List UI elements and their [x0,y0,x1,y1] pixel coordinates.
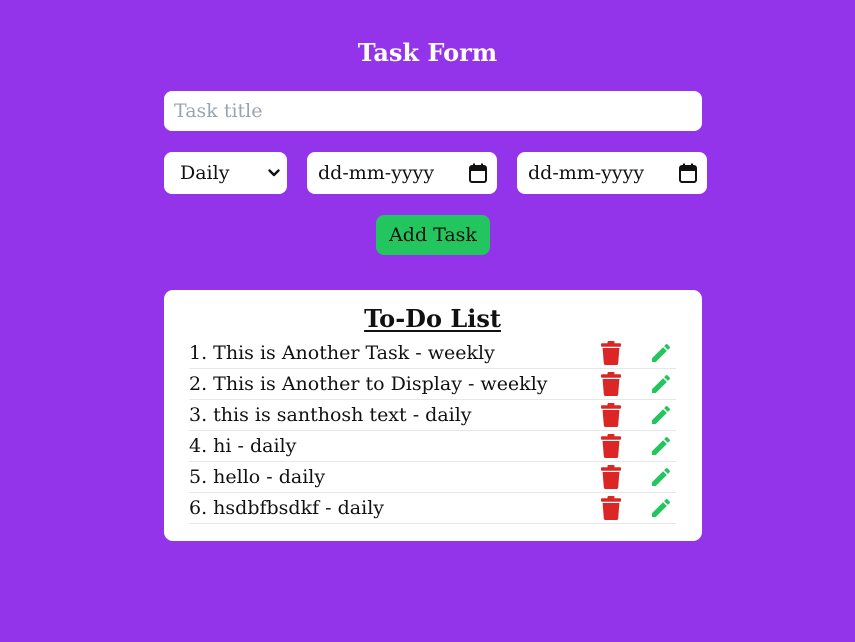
calendar-icon[interactable] [679,163,697,183]
frequency-select[interactable]: Daily [164,152,287,194]
frequency-value: Daily [180,162,230,184]
delete-button[interactable] [598,402,624,428]
edit-button[interactable] [648,433,674,459]
pencil-icon [649,372,673,396]
list-item: 2. This is Another to Display - weekly [189,369,676,400]
pencil-icon [649,341,673,365]
pencil-icon [649,496,673,520]
trash-icon [601,434,621,458]
calendar-icon[interactable] [469,163,487,183]
trash-icon [601,341,621,365]
item-number: 4. [189,435,214,457]
item-number: 3. [189,404,214,426]
todo-list: 1. This is Another Task - weekly 2. This … [189,338,676,524]
delete-button[interactable] [598,340,624,366]
item-text: This is Another to Display - weekly [213,373,548,395]
start-date-placeholder: dd-mm-yyyy [318,162,435,184]
item-text: hsdbfbsdkf - daily [213,497,385,519]
item-number: 1. [189,342,214,364]
form-title: Task Form [357,38,498,67]
delete-button[interactable] [598,371,624,397]
item-number: 2. [189,373,214,395]
end-date-placeholder: dd-mm-yyyy [528,162,645,184]
task-title-input[interactable] [164,91,702,131]
list-item: 6. hsdbfbsdkf - daily [189,493,676,524]
item-number: 6. [189,497,214,519]
edit-button[interactable] [648,495,674,521]
item-text: hello - daily [213,466,326,488]
item-text: hi - daily [213,435,297,457]
item-number: 5. [189,466,214,488]
trash-icon [601,403,621,427]
edit-button[interactable] [648,340,674,366]
end-date-input[interactable]: dd-mm-yyyy [517,152,707,194]
pencil-icon [649,403,673,427]
edit-button[interactable] [648,464,674,490]
chevron-down-icon [267,166,281,180]
item-text: this is santhosh text - daily [213,404,472,426]
pencil-icon [649,465,673,489]
list-item: 5. hello - daily [189,462,676,493]
delete-button[interactable] [598,464,624,490]
list-item: 3. this is santhosh text - daily [189,400,676,431]
trash-icon [601,372,621,396]
todo-list-heading: To-Do List [364,304,501,333]
edit-button[interactable] [648,402,674,428]
trash-icon [601,496,621,520]
edit-button[interactable] [648,371,674,397]
start-date-input[interactable]: dd-mm-yyyy [307,152,497,194]
pencil-icon [649,434,673,458]
delete-button[interactable] [598,433,624,459]
item-text: This is Another Task - weekly [213,342,495,364]
list-item: 4. hi - daily [189,431,676,462]
list-item: 1. This is Another Task - weekly [189,338,676,369]
delete-button[interactable] [598,495,624,521]
trash-icon [601,465,621,489]
add-task-button[interactable]: Add Task [376,215,490,255]
todo-list-card: To-Do List 1. This is Another Task - wee… [164,290,702,541]
